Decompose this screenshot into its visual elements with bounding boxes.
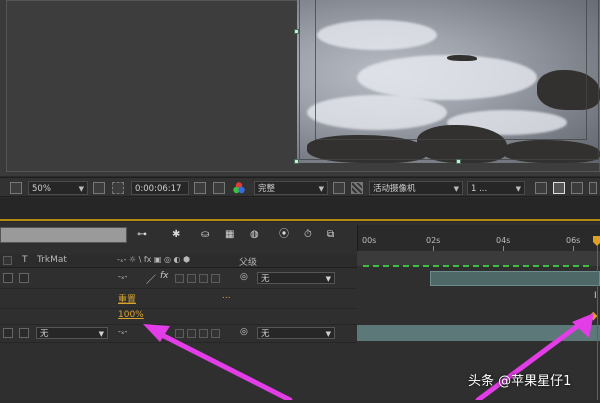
- fast-preview-icon[interactable]: [333, 182, 345, 194]
- color-channels-icon[interactable]: [232, 181, 246, 195]
- reset-link[interactable]: 重置: [118, 292, 136, 305]
- watermark-text: 头条 @苹果星仔1: [468, 374, 572, 389]
- viewer-toolbar: 50% ▼ 0:00:06:17 完整 ▼ 活动摄像机 ▼ 1 ... ▼: [0, 177, 600, 197]
- switch-box[interactable]: [187, 329, 196, 338]
- camera-dropdown[interactable]: 活动摄像机 ▼: [369, 181, 463, 195]
- t-column-label: T: [22, 255, 28, 265]
- resolution-value: 完整: [258, 184, 276, 194]
- graph-editor-icon[interactable]: ⧉: [327, 228, 334, 242]
- active-panel-indicator: [0, 219, 600, 221]
- draft-3d-icon[interactable]: ✱: [172, 228, 180, 242]
- options-link[interactable]: ...: [222, 291, 231, 301]
- layer-track[interactable]: [357, 324, 600, 342]
- show-snapshot-icon[interactable]: [213, 182, 225, 194]
- transform-handle[interactable]: [294, 159, 299, 164]
- header-switch[interactable]: [3, 256, 12, 265]
- parent-value: 无: [261, 274, 270, 284]
- switches-column-label: -ₓ- ☼ \ fx ▣ ◎ ◐ ⬢: [117, 255, 191, 264]
- ruler-label: 06s: [566, 236, 581, 245]
- layer-row[interactable]: -ₓ- ／ fx ◎ 无 ▼: [0, 269, 357, 289]
- chevron-down-icon: ▼: [325, 330, 331, 338]
- property-row: 重置 ...: [0, 289, 357, 309]
- current-time-field[interactable]: 0:00:06:17: [131, 181, 189, 195]
- switch-box[interactable]: [175, 329, 184, 338]
- layer-column-header: T TrkMat -ₓ- ☼ \ fx ▣ ◎ ◐ ⬢ 父级: [0, 254, 357, 268]
- hide-shy-layers-icon[interactable]: ⛀: [201, 228, 209, 242]
- switch-box[interactable]: [175, 274, 184, 283]
- transform-handle[interactable]: [456, 159, 461, 164]
- fx-switch-icon[interactable]: fx: [160, 271, 169, 281]
- brainstorm-icon[interactable]: ⦿: [279, 228, 289, 242]
- region-of-interest-icon[interactable]: [112, 182, 124, 194]
- motion-blur-icon[interactable]: ◍: [250, 228, 259, 242]
- chevron-down-icon: ▼: [453, 185, 459, 193]
- layer-track[interactable]: [357, 269, 600, 288]
- property-track: ◆: [357, 308, 600, 324]
- chevron-down-icon: ▼: [318, 185, 324, 193]
- camera-snapshot-icon[interactable]: [194, 182, 206, 194]
- chevron-down-icon: ▼: [515, 185, 521, 193]
- time-ruler[interactable]: 00s 02s 04s 06s: [357, 225, 600, 251]
- chevron-down-icon: ▼: [78, 185, 84, 193]
- parent-value: 无: [261, 329, 270, 339]
- pick-whip-icon[interactable]: ◎: [240, 327, 248, 337]
- composition-footage-preview[interactable]: [297, 0, 600, 163]
- property-track: I: [357, 289, 600, 308]
- switch-box[interactable]: [211, 274, 220, 283]
- flowchart-icon[interactable]: [571, 182, 583, 194]
- t-switch[interactable]: [19, 328, 29, 338]
- transparency-grid-icon[interactable]: [351, 182, 363, 194]
- timeline-search-input[interactable]: [0, 227, 127, 243]
- lock-switch[interactable]: [3, 273, 13, 283]
- reset-exposure-icon[interactable]: [589, 182, 597, 194]
- comp-mini-flowchart-icon[interactable]: ⊶: [137, 228, 147, 242]
- frame-blending-icon[interactable]: ▦: [225, 228, 234, 242]
- views-dropdown[interactable]: 1 ... ▼: [467, 181, 525, 195]
- ruler-label: 02s: [426, 236, 441, 245]
- shy-switch-icon[interactable]: -ₓ-: [118, 327, 127, 336]
- layer-row[interactable]: 无 ▼ -ₓ- ◎ 无 ▼: [0, 324, 357, 343]
- switch-box[interactable]: [211, 329, 220, 338]
- layer-duration-bar[interactable]: [430, 271, 600, 286]
- property-value[interactable]: 100%: [118, 310, 144, 320]
- zoom-value: 50%: [32, 184, 51, 194]
- property-row: 100%: [0, 308, 357, 325]
- parent-column-label: 父级: [239, 258, 258, 268]
- ruler-label: 04s: [496, 236, 511, 245]
- always-preview-icon[interactable]: [10, 182, 22, 194]
- views-value: 1 ...: [471, 184, 488, 194]
- parent-dropdown[interactable]: 无 ▼: [257, 327, 335, 339]
- chevron-down-icon: ▼: [98, 330, 104, 338]
- resolution-dropdown[interactable]: 完整 ▼: [254, 181, 328, 195]
- layer-duration-bar[interactable]: [357, 325, 600, 341]
- shy-switch-icon[interactable]: -ₓ-: [118, 272, 127, 281]
- timecode-value: 0:00:06:17: [135, 184, 182, 194]
- safe-margins-icon[interactable]: [93, 182, 105, 194]
- trkmat-column-label: TrkMat: [37, 255, 67, 265]
- chevron-down-icon: ▼: [325, 275, 331, 283]
- timeline-link-icon[interactable]: [553, 182, 565, 194]
- trkmat-value: 无: [40, 329, 49, 339]
- current-time-indicator[interactable]: [597, 236, 598, 400]
- t-switch[interactable]: [19, 273, 29, 283]
- quality-slash-icon[interactable]: ／: [146, 271, 156, 286]
- trkmat-dropdown[interactable]: 无 ▼: [36, 327, 108, 339]
- camera-value: 活动摄像机: [373, 184, 416, 194]
- pick-whip-icon[interactable]: ◎: [240, 272, 248, 282]
- toggle-pixel-aspect-icon[interactable]: [535, 182, 547, 194]
- lock-switch[interactable]: [3, 328, 13, 338]
- switch-box[interactable]: [199, 274, 208, 283]
- parent-dropdown[interactable]: 无 ▼: [257, 272, 335, 284]
- transform-handle[interactable]: [294, 29, 299, 34]
- switch-box[interactable]: [199, 329, 208, 338]
- ruler-label: 00s: [362, 236, 377, 245]
- work-area-bar[interactable]: [357, 251, 600, 267]
- auto-keyframe-icon[interactable]: ⏱: [304, 228, 312, 242]
- switch-box[interactable]: [187, 274, 196, 283]
- zoom-dropdown[interactable]: 50% ▼: [28, 181, 88, 195]
